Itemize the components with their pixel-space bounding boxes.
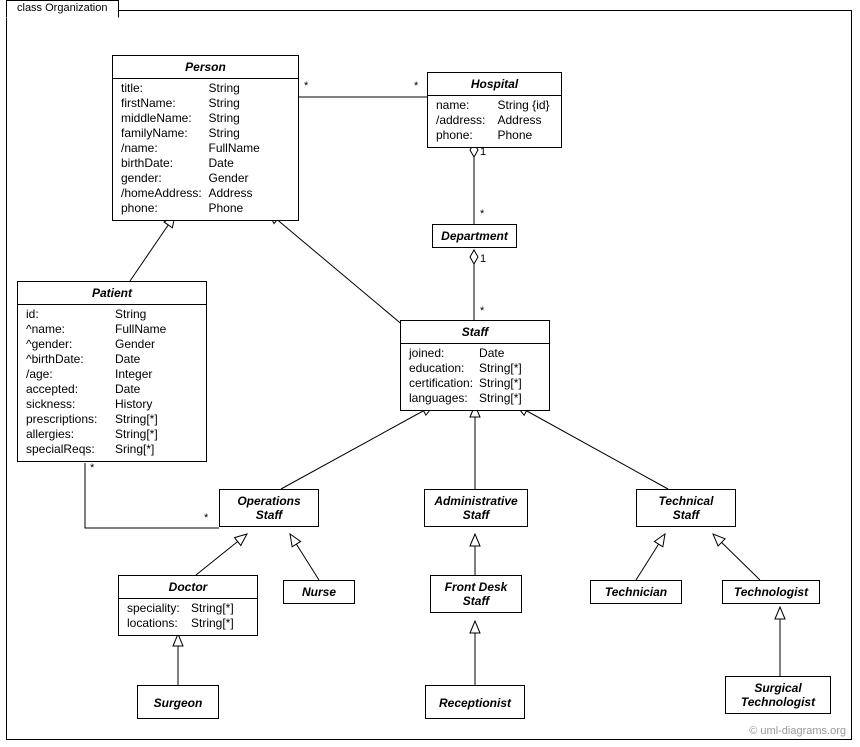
class-title: Person: [113, 56, 298, 79]
class-front-desk-staff: Front Desk Staff: [430, 575, 522, 613]
uml-diagram-canvas: class Organization: [0, 0, 860, 747]
class-attrs: joined: education: certification: langua…: [401, 344, 549, 410]
mult-dept-staff-bottom: *: [480, 305, 484, 317]
class-nurse: Nurse: [283, 580, 355, 604]
class-surgical-technologist: Surgical Technologist: [725, 676, 831, 714]
mult-person-hospital-right: *: [414, 80, 418, 92]
watermark: © uml-diagrams.org: [749, 725, 846, 737]
class-hospital: Hospital name: /address: phone: String {…: [427, 72, 562, 148]
class-department: Department: [432, 224, 517, 248]
class-title: Staff: [401, 321, 549, 344]
class-attrs: id: ^name: ^gender: ^birthDate: /age: ac…: [18, 305, 206, 461]
class-title: Nurse: [284, 581, 354, 603]
class-title: Patient: [18, 282, 206, 305]
class-title: Surgeon: [138, 686, 218, 720]
class-receptionist: Receptionist: [425, 685, 525, 719]
mult-patient-ops-right: *: [204, 512, 208, 524]
class-title: Technologist: [723, 581, 819, 603]
class-technical-staff: Technical Staff: [636, 489, 736, 527]
class-staff: Staff joined: education: certification: …: [400, 320, 550, 411]
class-surgeon: Surgeon: [137, 685, 219, 719]
class-title: Department: [433, 225, 516, 247]
mult-patient-ops-left: *: [90, 462, 94, 474]
class-title: Doctor: [119, 576, 257, 599]
class-title: Administrative Staff: [425, 490, 527, 526]
class-technician: Technician: [590, 580, 682, 604]
mult-hospital-dept-bottom: *: [480, 208, 484, 220]
class-title: Technician: [591, 581, 681, 603]
class-technologist: Technologist: [722, 580, 820, 604]
class-title: Surgical Technologist: [726, 677, 830, 713]
class-person: Person title: firstName: middleName: fam…: [112, 55, 299, 221]
class-attrs: name: /address: phone: String {id} Addre…: [428, 96, 561, 147]
mult-dept-staff-top: 1: [480, 253, 486, 265]
class-title: Front Desk Staff: [431, 576, 521, 612]
class-operations-staff: Operations Staff: [219, 489, 319, 527]
class-doctor: Doctor speciality: locations: String[*] …: [118, 575, 258, 636]
class-title: Operations Staff: [220, 490, 318, 526]
mult-person-hospital-left: *: [304, 80, 308, 92]
class-attrs: title: firstName: middleName: familyName…: [113, 79, 298, 220]
frame-title: class Organization: [6, 0, 119, 18]
class-administrative-staff: Administrative Staff: [424, 489, 528, 527]
class-attrs: speciality: locations: String[*] String[…: [119, 599, 257, 635]
class-title: Hospital: [428, 73, 561, 96]
class-title: Technical Staff: [637, 490, 735, 526]
class-patient: Patient id: ^name: ^gender: ^birthDate: …: [17, 281, 207, 462]
class-title: Receptionist: [426, 686, 524, 720]
